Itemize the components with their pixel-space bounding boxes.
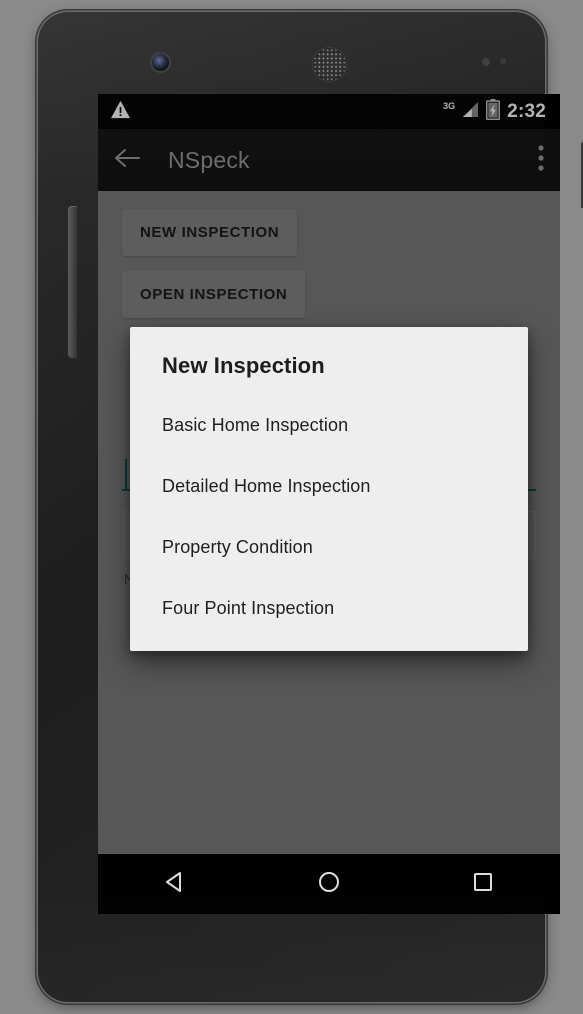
android-navigation-bar <box>98 854 560 914</box>
dialog-option-property-condition[interactable]: Property Condition <box>130 529 528 566</box>
square-recents-icon <box>470 869 496 900</box>
signal-bars-icon <box>460 101 479 123</box>
phone-device-frame: 3G 2:32 NSpeck NEW INSPECTION OPEN INSPE… <box>38 12 583 1002</box>
warning-triangle-icon <box>110 100 131 124</box>
new-inspection-dialog: New Inspection Basic Home Inspection Det… <box>130 327 528 651</box>
nav-recents-button[interactable] <box>447 854 519 914</box>
back-arrow-icon[interactable] <box>114 147 140 174</box>
dialog-title: New Inspection <box>162 353 325 378</box>
network-type-label: 3G <box>443 100 456 111</box>
dialog-option-detailed-home-inspection[interactable]: Detailed Home Inspection <box>130 468 528 505</box>
nav-home-button[interactable] <box>293 854 365 914</box>
battery-charging-icon <box>486 98 501 125</box>
overflow-menu-icon[interactable] <box>538 144 544 176</box>
circle-home-icon <box>316 869 342 900</box>
status-bar-clock: 2:32 <box>507 101 546 122</box>
volume-button[interactable] <box>68 206 77 358</box>
proximity-sensor-icon <box>482 58 490 66</box>
new-inspection-button[interactable]: NEW INSPECTION <box>122 209 298 256</box>
nav-back-button[interactable] <box>139 854 211 914</box>
text-cursor <box>125 459 127 489</box>
app-bar-title: NSpeck <box>168 146 250 173</box>
front-camera-icon <box>152 54 169 71</box>
dialog-option-basic-home-inspection[interactable]: Basic Home Inspection <box>130 407 528 444</box>
dialog-option-four-point-inspection[interactable]: Four Point Inspection <box>130 590 528 627</box>
earpiece-speaker-grille <box>313 48 346 81</box>
open-inspection-button[interactable]: OPEN INSPECTION <box>122 271 306 318</box>
app-bar: NSpeck <box>98 129 560 191</box>
phone-screen: 3G 2:32 NSpeck NEW INSPECTION OPEN INSPE… <box>98 94 560 914</box>
status-bar: 3G 2:32 <box>98 94 560 129</box>
light-sensor-icon <box>500 58 506 64</box>
triangle-back-icon <box>162 869 188 900</box>
